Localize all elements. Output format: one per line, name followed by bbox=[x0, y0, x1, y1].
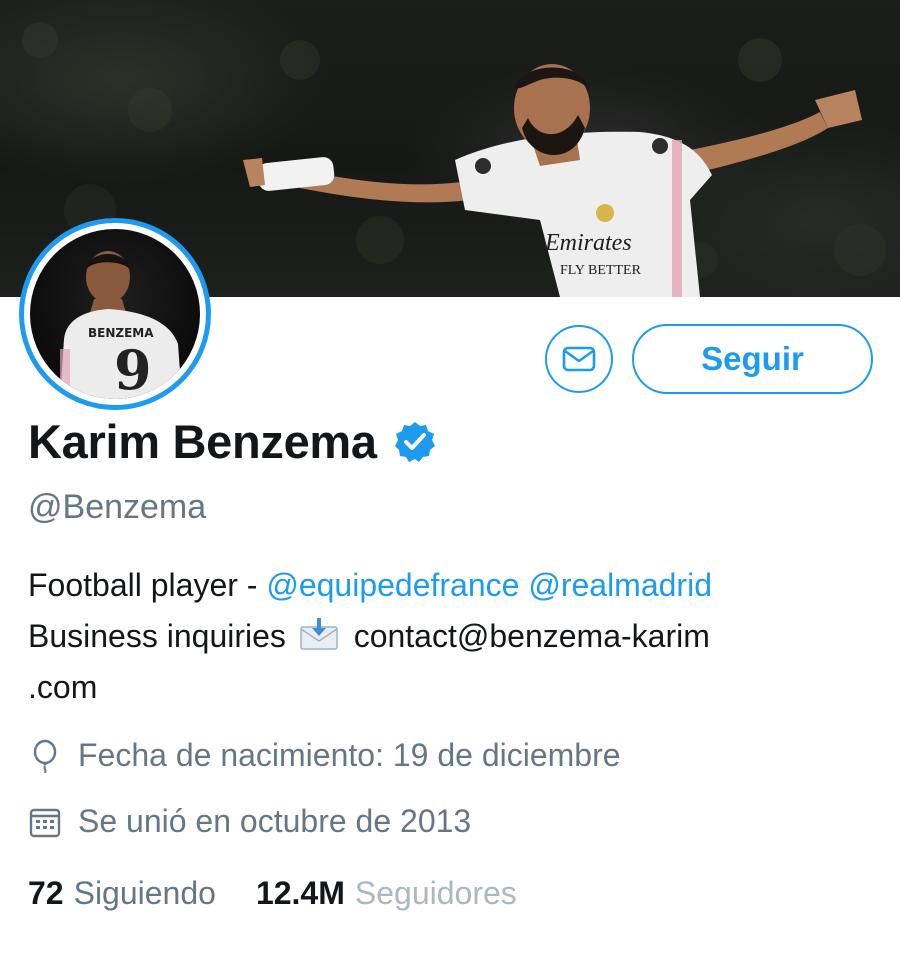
bio-email-suffix: .com bbox=[28, 669, 98, 705]
following-count: 72 bbox=[28, 875, 64, 911]
verified-badge-icon bbox=[394, 421, 435, 462]
envelope-arrow-icon bbox=[300, 618, 338, 650]
joined-text: Se unió en octubre de 2013 bbox=[78, 803, 472, 839]
bio-email-text: contact@benzema-karim bbox=[353, 618, 710, 654]
joined-row: Se unió en octubre de 2013 bbox=[28, 803, 471, 840]
bio-text: Football player - bbox=[28, 567, 267, 603]
followers-count: 12.4M bbox=[255, 875, 345, 911]
following-stat[interactable]: 72 Siguiendo bbox=[28, 875, 216, 912]
bio-line-3: .com bbox=[28, 662, 878, 713]
jersey-sponsor-tagline: FLY BETTER bbox=[560, 263, 642, 278]
profile-bio: Football player - @equipedefrance @realm… bbox=[28, 560, 878, 713]
mention-realmadrid-link[interactable]: @realmadrid bbox=[528, 567, 712, 603]
display-name: Karim Benzema bbox=[28, 415, 377, 468]
follow-button[interactable]: Seguir bbox=[632, 324, 873, 394]
profile-handle: @Benzema bbox=[28, 488, 207, 526]
following-label: Siguiendo bbox=[73, 875, 216, 911]
profile-avatar[interactable]: BENZEMA 9 bbox=[19, 218, 211, 410]
bio-business-text: Business inquiries bbox=[28, 618, 286, 654]
birthdate-text: Fecha de nacimiento: 19 de diciembre bbox=[78, 737, 621, 773]
envelope-icon bbox=[562, 346, 596, 372]
message-button[interactable] bbox=[545, 325, 613, 393]
birthdate-row: Fecha de nacimiento: 19 de diciembre bbox=[28, 737, 621, 774]
bio-line-1: Football player - @equipedefrance @realm… bbox=[28, 560, 878, 611]
follow-stats: 72 Siguiendo 12.4M Seguidores bbox=[28, 875, 517, 912]
followers-label: Seguidores bbox=[354, 875, 517, 911]
avatar-photo: BENZEMA 9 bbox=[30, 229, 200, 399]
balloon-icon bbox=[33, 739, 57, 773]
name-row: Karim Benzema bbox=[28, 414, 437, 469]
avatar-jersey-number: 9 bbox=[114, 338, 152, 399]
mention-equipedefrance-link[interactable]: @equipedefrance bbox=[266, 567, 519, 603]
jersey-sponsor-text: Emirates bbox=[544, 230, 632, 256]
calendar-icon bbox=[29, 808, 61, 837]
bio-line-2: Business inquiries contact@benzema-karim bbox=[28, 611, 878, 662]
followers-stat[interactable]: 12.4M Seguidores bbox=[256, 875, 517, 912]
